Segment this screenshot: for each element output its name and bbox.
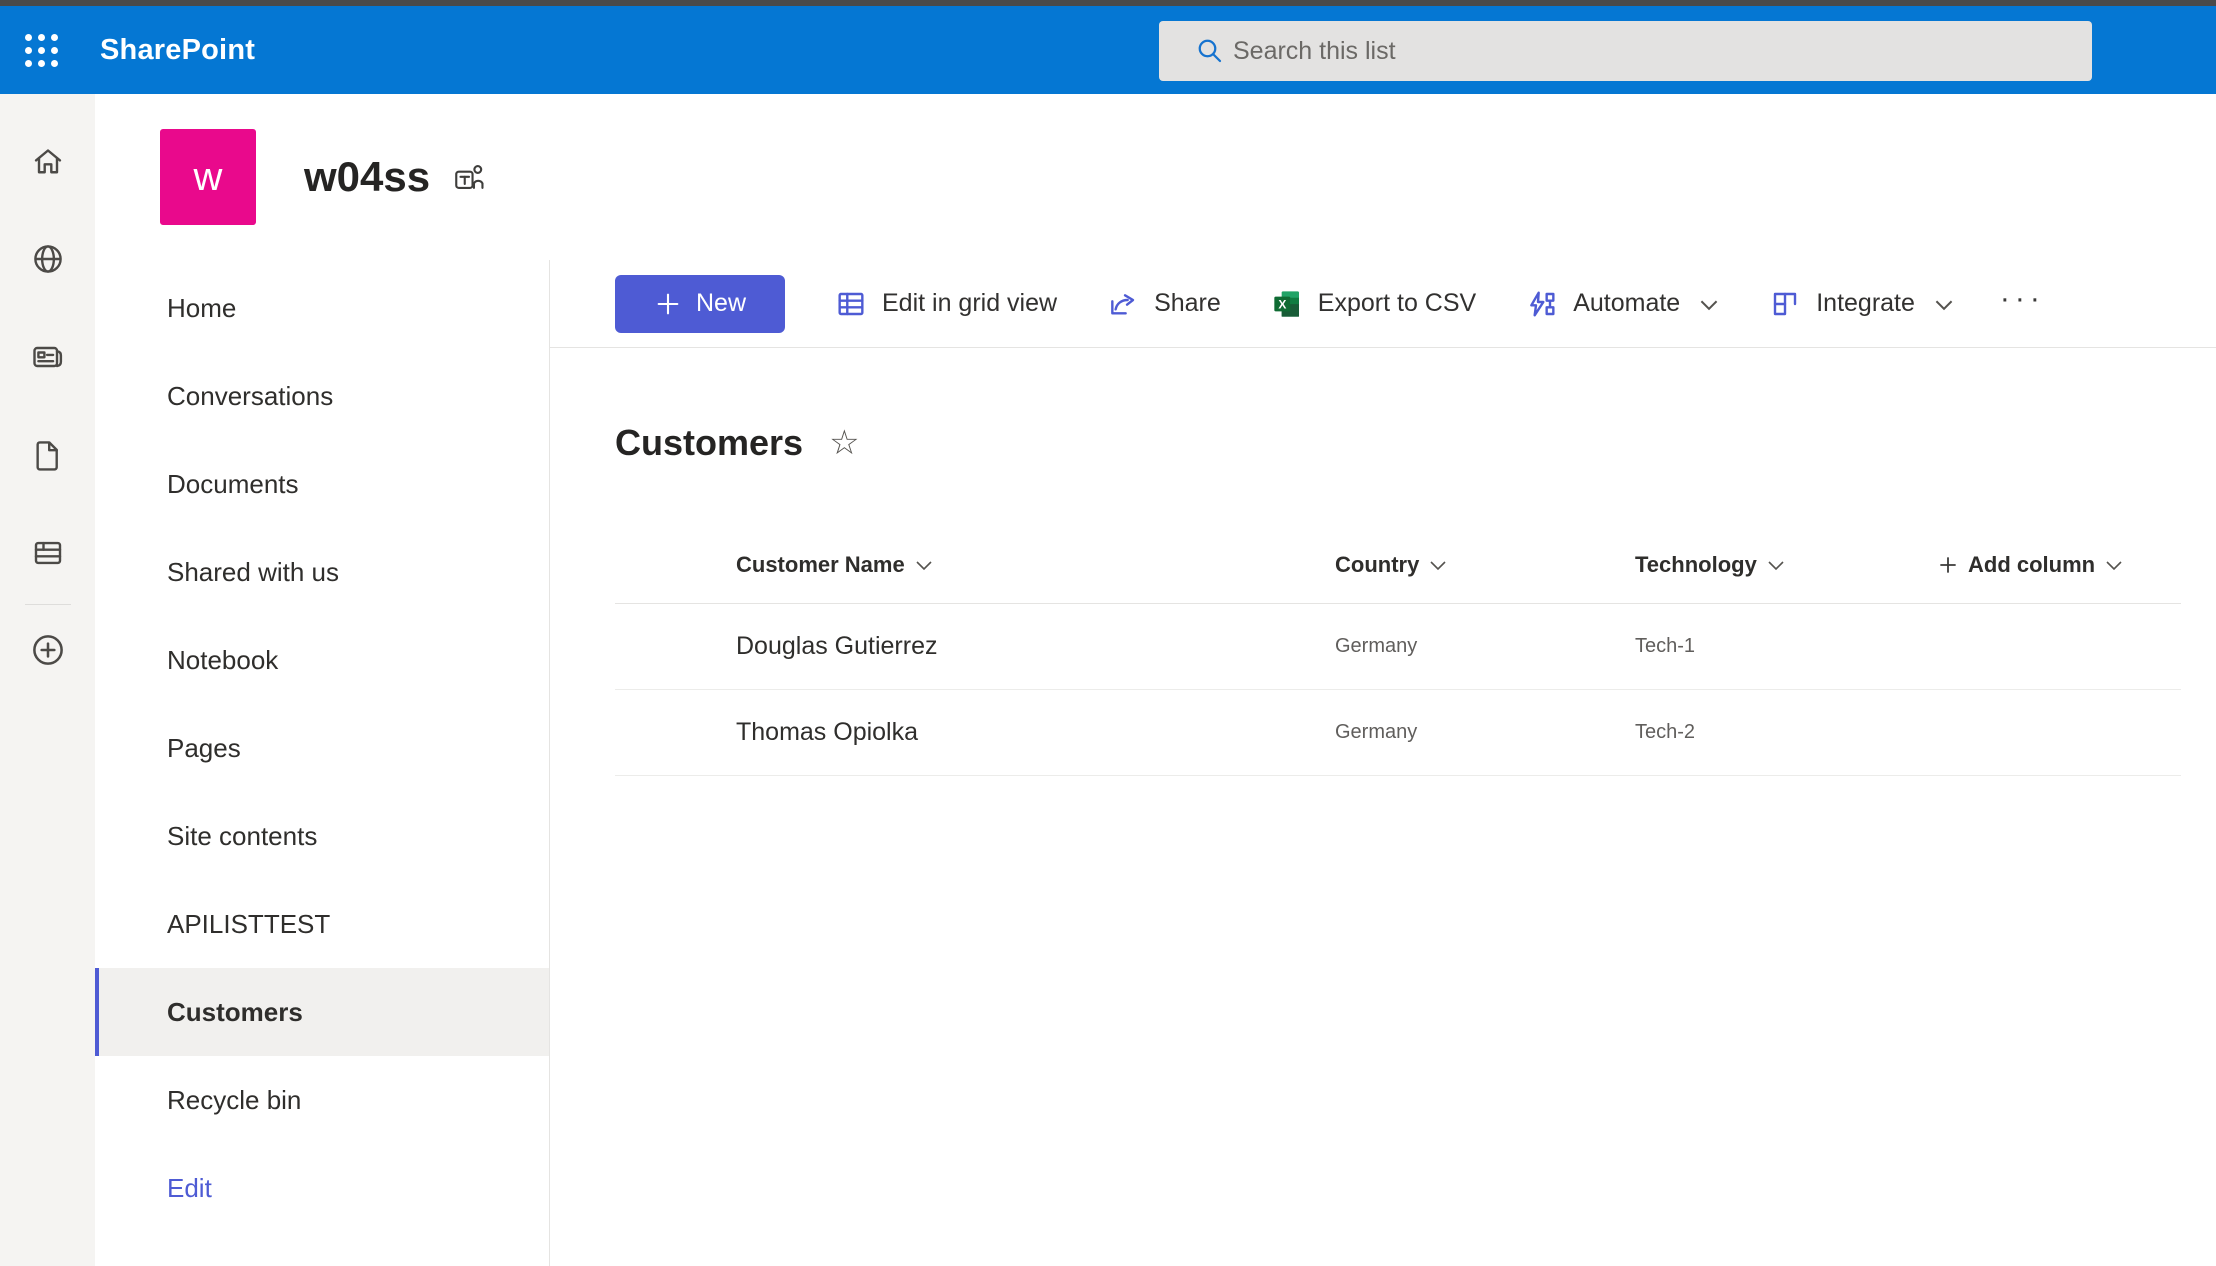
plus-icon: [654, 290, 682, 318]
cell-country: Germany: [1335, 721, 1635, 744]
sidebar-item-notebook[interactable]: Notebook: [95, 616, 549, 704]
site-title[interactable]: w04ss: [304, 153, 430, 201]
waffle-icon: [25, 34, 58, 67]
export-csv-button[interactable]: X Export to CSV: [1271, 288, 1476, 320]
edit-grid-view-button[interactable]: Edit in grid view: [835, 288, 1057, 320]
sharepoint-window: SharePoint: [0, 0, 2216, 1266]
rail-lists-button[interactable]: [0, 504, 95, 602]
nav-edit-link[interactable]: Edit: [95, 1144, 549, 1232]
sidebar-item-customers[interactable]: Customers: [95, 968, 549, 1056]
site-logo-letter: w: [194, 155, 223, 200]
share-icon: [1107, 288, 1139, 320]
chevron-down-icon: [1429, 559, 1447, 571]
rail-divider: [25, 604, 71, 605]
sidebar-item-pages[interactable]: Pages: [95, 704, 549, 792]
chevron-down-icon: [915, 559, 933, 571]
grid-view-icon: [835, 288, 867, 320]
automate-icon: [1526, 288, 1558, 320]
document-icon: [30, 437, 66, 473]
cell-technology: Tech-2: [1635, 721, 1938, 744]
site-page: w w04ss Home Conversations Documents Sha…: [95, 94, 2216, 1266]
automate-menu[interactable]: Automate: [1526, 288, 1719, 320]
site-navigation: Home Conversations Documents Shared with…: [95, 260, 550, 1266]
chevron-down-icon: [2105, 559, 2123, 571]
cell-country: Germany: [1335, 635, 1635, 658]
add-column-button[interactable]: Add column: [1938, 552, 2181, 578]
command-bar: New Edit in grid view: [550, 260, 2216, 348]
more-commands-button[interactable]: ···: [2000, 282, 2045, 326]
excel-icon: X: [1271, 288, 1303, 320]
list-icon: [30, 535, 66, 571]
search-icon: [1195, 36, 1225, 66]
sidebar-item-conversations[interactable]: Conversations: [95, 352, 549, 440]
sidebar-item-documents[interactable]: Documents: [95, 440, 549, 528]
rail-news-button[interactable]: [0, 308, 95, 406]
list-table: Customer Name Country Technology: [615, 526, 2181, 776]
svg-text:X: X: [1278, 297, 1286, 311]
integrate-icon: [1769, 288, 1801, 320]
teams-icon: [452, 161, 486, 200]
chevron-down-icon: [1934, 289, 1954, 318]
plus-icon: [1938, 555, 1958, 575]
home-icon: [30, 143, 66, 179]
cell-customer-name[interactable]: Douglas Gutierrez: [615, 632, 1335, 661]
table-header-row: Customer Name Country Technology: [615, 526, 2181, 604]
table-row[interactable]: Thomas Opiolka Germany Tech-2: [615, 690, 2181, 776]
page-title: Customers: [615, 420, 803, 466]
app-rail: [0, 94, 95, 1266]
star-icon[interactable]: ☆: [829, 426, 859, 460]
app-title[interactable]: SharePoint: [100, 34, 255, 67]
rail-documents-button[interactable]: [0, 406, 95, 504]
rail-create-button[interactable]: [0, 615, 95, 685]
cell-customer-name[interactable]: Thomas Opiolka: [615, 718, 1335, 747]
app-launcher-button[interactable]: [8, 6, 74, 94]
table-row[interactable]: Douglas Gutierrez Germany Tech-1: [615, 604, 2181, 690]
ellipsis-icon: ···: [2000, 282, 2045, 315]
rail-globe-button[interactable]: [0, 210, 95, 308]
suite-header: SharePoint: [0, 6, 2216, 94]
list-content: Customers ☆ Customer Name Country: [550, 348, 2216, 776]
add-icon: [29, 631, 67, 669]
cell-technology: Tech-1: [1635, 635, 1938, 658]
integrate-menu[interactable]: Integrate: [1769, 288, 1954, 320]
column-header-customer-name[interactable]: Customer Name: [615, 552, 1335, 578]
search-input[interactable]: [1233, 37, 2072, 66]
sidebar-item-apilisttest[interactable]: APILISTTEST: [95, 880, 549, 968]
sidebar-item-home[interactable]: Home: [95, 264, 549, 352]
search-box[interactable]: [1159, 21, 2092, 81]
globe-icon: [30, 241, 66, 277]
column-header-country[interactable]: Country: [1335, 552, 1635, 578]
new-button[interactable]: New: [615, 275, 785, 333]
chevron-down-icon: [1699, 289, 1719, 318]
sidebar-item-site-contents[interactable]: Site contents: [95, 792, 549, 880]
site-logo[interactable]: w: [160, 129, 256, 225]
site-header: w w04ss: [95, 94, 2216, 260]
list-view: New Edit in grid view: [550, 260, 2216, 1266]
chevron-down-icon: [1767, 559, 1785, 571]
sidebar-item-shared-with-us[interactable]: Shared with us: [95, 528, 549, 616]
news-icon: [30, 339, 66, 375]
share-button[interactable]: Share: [1107, 288, 1221, 320]
sidebar-item-recycle-bin[interactable]: Recycle bin: [95, 1056, 549, 1144]
rail-home-button[interactable]: [0, 112, 95, 210]
column-header-technology[interactable]: Technology: [1635, 552, 1938, 578]
